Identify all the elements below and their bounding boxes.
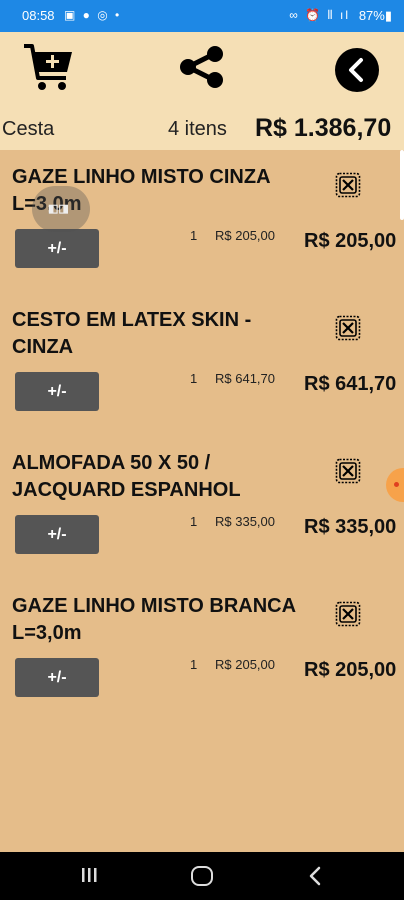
quantity-adjust-button[interactable]: +/- [15, 229, 99, 268]
edge-panel-dot [394, 482, 399, 487]
system-back-button[interactable] [306, 866, 324, 886]
item-quantity: 1 [190, 657, 198, 672]
remove-item-button[interactable] [335, 172, 361, 198]
item-unit-price: R$ 205,00 [215, 657, 275, 672]
remove-item-button[interactable] [335, 315, 361, 341]
quantity-adjust-button[interactable]: +/- [15, 658, 99, 697]
item-quantity: 1 [190, 228, 198, 243]
chevron-left-icon [349, 58, 363, 82]
item-name: GAZE LINHO MISTO BRANCA L=3,0m [12, 595, 296, 644]
cart-item: GAZE LINHO MISTO BRANCA L=3,0m +/- 1 R$ … [0, 579, 404, 719]
back-arrow-icon [309, 866, 321, 886]
item-name: ALMOFADA 50 X 50 / JACQUARD ESPANHOL [12, 452, 241, 501]
cart-item: CESTO EM LATEX SKIN - CINZA +/- 1 R$ 641… [0, 293, 404, 433]
share-button[interactable] [178, 46, 226, 88]
recents-icon [82, 868, 97, 882]
cart-add-button[interactable] [20, 38, 76, 94]
cart-total: R$ 1.386,70 [255, 114, 392, 142]
item-quantity: 1 [190, 371, 198, 386]
item-quantity: 1 [190, 514, 198, 529]
floating-bubble-label: ◧◨ [48, 203, 69, 215]
back-button[interactable] [335, 48, 379, 92]
remove-icon [335, 601, 361, 627]
remove-item-button[interactable] [335, 458, 361, 484]
remove-icon [335, 315, 361, 341]
recents-button[interactable] [80, 866, 98, 884]
item-line-total: R$ 205,00 [304, 659, 397, 681]
status-bar: 08:58 ▣ ● ◎ • ∞ ⏰ ⦀ ıl 87%▮ [0, 0, 404, 32]
cart-header: Cesta 4 itens R$ 1.386,70 [0, 32, 404, 150]
remove-icon [335, 458, 361, 484]
item-unit-price: R$ 335,00 [215, 514, 275, 529]
remove-item-button[interactable] [335, 601, 361, 627]
cart-item: ALMOFADA 50 X 50 / JACQUARD ESPANHOL +/-… [0, 436, 404, 576]
cart-title: Cesta [2, 118, 55, 140]
item-unit-price: R$ 641,70 [215, 371, 275, 386]
item-name: CESTO EM LATEX SKIN - CINZA [12, 309, 252, 358]
home-button[interactable] [191, 866, 213, 886]
battery-indicator: 87%▮ [358, 8, 392, 23]
notification-icons: ▣ ● ◎ • [64, 8, 122, 22]
item-line-total: R$ 641,70 [304, 373, 397, 395]
cart-add-icon [24, 44, 72, 90]
items-count: 4 itens [168, 118, 227, 140]
system-icons: ∞ ⏰ ⦀ ıl [289, 8, 350, 22]
floating-screen-recorder-bubble[interactable]: ◧◨ [32, 186, 90, 232]
item-line-total: R$ 205,00 [304, 230, 397, 252]
quantity-adjust-button[interactable]: +/- [15, 372, 99, 411]
system-nav-bar [0, 852, 404, 900]
remove-icon [335, 172, 361, 198]
item-line-total: R$ 335,00 [304, 516, 397, 538]
quantity-adjust-button[interactable]: +/- [15, 515, 99, 554]
share-icon [180, 46, 223, 88]
status-time: 08:58 [22, 8, 55, 23]
item-unit-price: R$ 205,00 [215, 228, 275, 243]
